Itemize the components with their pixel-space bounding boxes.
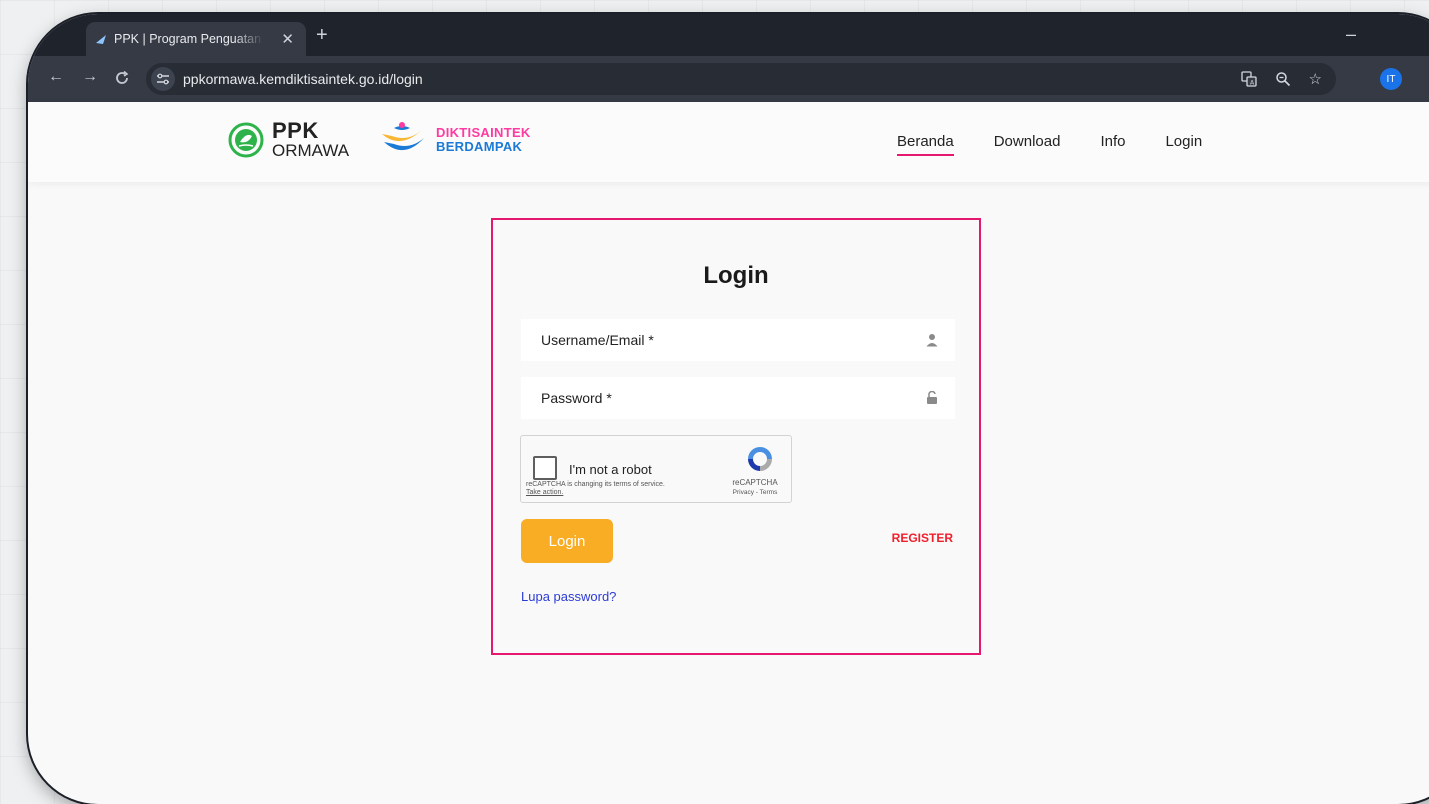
diktisaintek-emblem-icon <box>382 122 424 151</box>
password-input[interactable] <box>539 389 923 407</box>
recaptcha-widget: I'm not a robot reCAPTCHA is changing it… <box>520 435 792 503</box>
dikti-line2: BERDAMPAK <box>436 139 523 154</box>
recaptcha-label: I'm not a robot <box>569 462 652 477</box>
tab-bar: PPK | Program Penguatan Kapasitas ✕ + – <box>28 14 1429 56</box>
bookmark-star-icon[interactable]: ☆ <box>1309 70 1322 88</box>
forgot-password-link[interactable]: Lupa password? <box>521 589 616 604</box>
recaptcha-notice: reCAPTCHA is changing its terms of servi… <box>526 481 665 497</box>
forward-icon[interactable]: → <box>82 68 98 86</box>
nav-beranda[interactable]: Beranda <box>897 133 954 156</box>
diktisaintek-logo[interactable]: DIKTISAINTEK BERDAMPAK <box>380 120 531 160</box>
site-favicon-icon <box>96 35 106 44</box>
translate-icon[interactable]: A <box>1240 71 1257 87</box>
site-settings-icon[interactable] <box>151 67 175 91</box>
lock-icon <box>923 389 941 407</box>
recaptcha-notice-text: reCAPTCHA is changing its terms of servi… <box>526 481 665 488</box>
ppk-leaf-icon <box>228 122 264 157</box>
username-field[interactable] <box>521 319 955 361</box>
password-field[interactable] <box>521 377 955 419</box>
nav-download[interactable]: Download <box>994 133 1061 156</box>
dikti-line1: DIKTISAINTEK <box>436 125 531 141</box>
browser-window: PPK | Program Penguatan Kapasitas ✕ + – … <box>28 14 1429 804</box>
url-text: ppkormawa.kemdiktisaintek.go.id/login <box>183 71 423 87</box>
recaptcha-terms-link[interactable]: Privacy - Terms <box>727 489 783 496</box>
login-form: Login I'm not a robot <box>491 218 981 655</box>
recaptcha-brand: reCAPTCHA <box>732 478 778 487</box>
logo-line1: PPK <box>272 118 319 143</box>
recaptcha-checkbox[interactable] <box>533 456 557 480</box>
nav-login[interactable]: Login <box>1165 133 1202 156</box>
site-header: PPK ORMAWA DIKTISAINTEK BERDAMPAK Berand… <box>28 102 1429 182</box>
login-button[interactable]: Login <box>521 519 613 563</box>
back-icon[interactable]: ← <box>48 68 64 86</box>
browser-tab[interactable]: PPK | Program Penguatan Kapasitas ✕ <box>86 22 306 56</box>
nav-info[interactable]: Info <box>1100 133 1125 156</box>
reload-icon[interactable] <box>114 70 130 86</box>
address-bar[interactable]: ppkormawa.kemdiktisaintek.go.id/login A … <box>146 63 1336 95</box>
register-link[interactable]: REGISTER <box>892 531 953 545</box>
profile-avatar[interactable]: IT <box>1380 68 1402 90</box>
username-input[interactable] <box>539 331 923 349</box>
close-tab-icon[interactable]: ✕ <box>281 30 294 48</box>
recaptcha-logo-icon <box>748 447 772 471</box>
zoom-icon[interactable] <box>1275 71 1291 87</box>
main-nav: Beranda Download Info Login <box>897 133 1202 156</box>
recaptcha-take-action-link[interactable]: Take action. <box>526 489 665 497</box>
user-icon <box>923 331 941 349</box>
login-title: Login <box>703 262 769 289</box>
ppk-ormawa-logo[interactable]: PPK ORMAWA <box>228 120 349 159</box>
tab-title: PPK | Program Penguatan Kapasitas <box>114 32 264 46</box>
new-tab-icon[interactable]: + <box>316 24 328 47</box>
minimize-icon[interactable]: – <box>1346 24 1356 45</box>
logo-line2: ORMAWA <box>272 141 350 160</box>
browser-toolbar: ← → ppkormawa.kemdiktisaintek.go.id/logi… <box>28 56 1429 102</box>
